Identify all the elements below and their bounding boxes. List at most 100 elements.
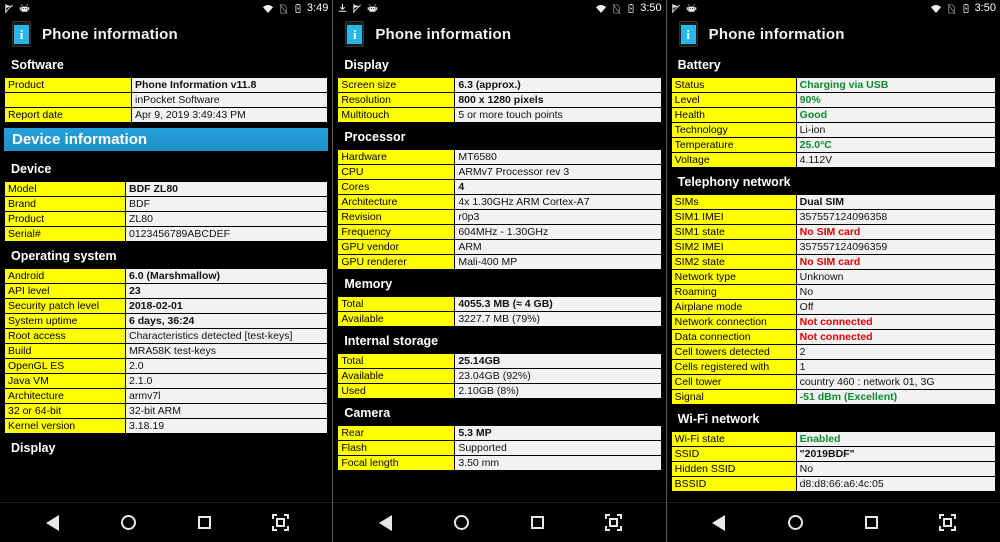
row-label: Available [337,311,456,327]
row-label: Product [4,211,126,227]
row-label: Screen size [337,77,456,93]
screenshot-button[interactable] [597,506,631,540]
group-heading: Wi-Fi network [677,412,760,426]
status-left-icons [671,3,697,14]
table-row: Hardware MT6580 [337,149,662,165]
table-row: SIMs Dual SIM [670,194,996,210]
info-table-internal-storage: Total 25.14GB Available 23.04GB (92%) Used 2.… [337,353,662,399]
row-label: Total [337,353,456,369]
screenshot-button[interactable] [263,506,297,540]
section-banner-label: Device information [12,131,148,148]
app-header: i Phone information [666,17,1000,51]
phone-info-icon: i [345,21,365,47]
home-button[interactable] [111,506,145,540]
phone-info-icon: i [12,21,31,47]
row-value: Charging via USB [795,77,996,93]
recents-button[interactable] [854,506,888,540]
row-label: Data connection [670,329,797,345]
row-value: Good [795,107,996,123]
info-table-display: Screen size 6.3 (approx.) Resolution 800 x … [337,77,662,123]
row-value: 2.10GB (8%) [454,383,662,399]
row-label: Android [4,268,126,284]
row-value: 4x 1.30GHz ARM Cortex-A7 [454,194,662,210]
row-label: OpenGL ES [4,358,126,374]
row-label: Cell towers detected [670,344,797,360]
row-value: 357557124096358 [795,209,996,225]
table-row: GPU renderer Mali-400 MP [337,254,662,270]
home-button[interactable] [444,506,478,540]
back-button[interactable] [35,506,69,540]
row-value: 6.3 (approx.) [454,77,662,93]
group-heading: Operating system [11,249,117,263]
table-row: Status Charging via USB [670,77,996,93]
page-title: Phone information [708,25,845,43]
group-heading: Processor [344,130,406,144]
row-label: Technology [670,122,797,138]
group-heading: Software [11,58,64,72]
app-header: i Phone information [333,17,666,51]
row-label: Available [337,368,456,384]
table-row: Root access Characteristics detected [tes… [4,328,329,344]
row-label: SIM2 IMEI [670,239,797,255]
row-value: ARMv7 Processor rev 3 [454,164,662,180]
row-value: Unknown [795,269,996,285]
row-label: Root access [4,328,126,344]
scroll-area[interactable]: Software Product Phone Information v11.8 in… [0,51,332,542]
scroll-area[interactable]: Battery Status Charging via USB Level 90% Hea… [667,51,1000,542]
app-icon-letter: i [680,24,696,44]
row-label: SIM1 IMEI [670,209,797,225]
home-button[interactable] [778,506,812,540]
scroll-area[interactable]: Display Screen size 6.3 (approx.) Resolutio… [333,51,665,542]
table-row: Architecture armv7l [4,388,329,404]
screenshot-button[interactable] [931,506,965,540]
info-table-wi-fi-network: Wi-Fi state Enabled SSID "2019BDF" Hidden SS… [670,431,996,492]
table-row: SIM2 state No SIM card [670,254,996,270]
group-heading: Camera [344,406,391,420]
back-button[interactable] [368,506,402,540]
row-label: Flash [337,440,456,456]
row-value: 3.18.19 [124,418,329,434]
row-value: 5 or more touch points [454,107,662,123]
status-bar: 3:50 [333,0,666,17]
table-row: CPU ARMv7 Processor rev 3 [337,164,662,180]
table-row: Brand BDF [4,196,329,212]
row-value: BDF ZL80 [124,181,329,197]
sim-off-icon [947,3,956,14]
row-label: Total [337,296,456,312]
table-row: 32 or 64-bit 32-bit ARM [4,403,329,419]
row-value: 5.3 MP [454,425,662,441]
table-row: Kernel version 3.18.19 [4,418,329,434]
row-label: Airplane mode [670,299,797,315]
group-heading: Display [344,58,389,72]
home-circle-icon [787,515,803,530]
status-clock: 3:50 [640,2,662,14]
table-row: Network type Unknown [670,269,996,285]
row-value: ZL80 [124,211,329,227]
back-button[interactable] [702,506,736,540]
system-nav-bar [666,502,1000,542]
battery-charging-icon [963,4,969,14]
row-label: Frequency [337,224,456,240]
back-triangle-icon [712,514,726,531]
recents-button[interactable] [521,506,555,540]
info-table-software: Product Phone Information v11.8 inPocket S… [4,77,329,123]
info-table-operating-system: Android 6.0 (Marshmallow) API level 23 Secur… [4,268,329,434]
row-label: SIMs [670,194,797,210]
row-value: 800 x 1280 pixels [454,92,662,108]
table-row: Temperature 25.0°C [670,137,996,153]
row-value: r0p3 [454,209,662,225]
table-row: SIM1 state No SIM card [670,224,996,240]
row-label: Rear [337,425,456,441]
recents-button[interactable] [187,506,221,540]
table-row: SIM1 IMEI 357557124096358 [670,209,996,225]
flag-mute-icon [671,3,680,14]
screenshot-frame-icon [605,514,623,531]
row-value: 6.0 (Marshmallow) [124,268,329,284]
row-label: Java VM [4,373,126,389]
table-row: Total 4055.3 MB (≈ 4 GB) [337,296,662,312]
row-value: Characteristics detected [test-keys] [124,328,329,344]
row-value: Li-ion [795,122,996,138]
row-value: No [795,461,996,477]
recents-square-icon [197,516,211,529]
row-label: GPU vendor [337,239,456,255]
